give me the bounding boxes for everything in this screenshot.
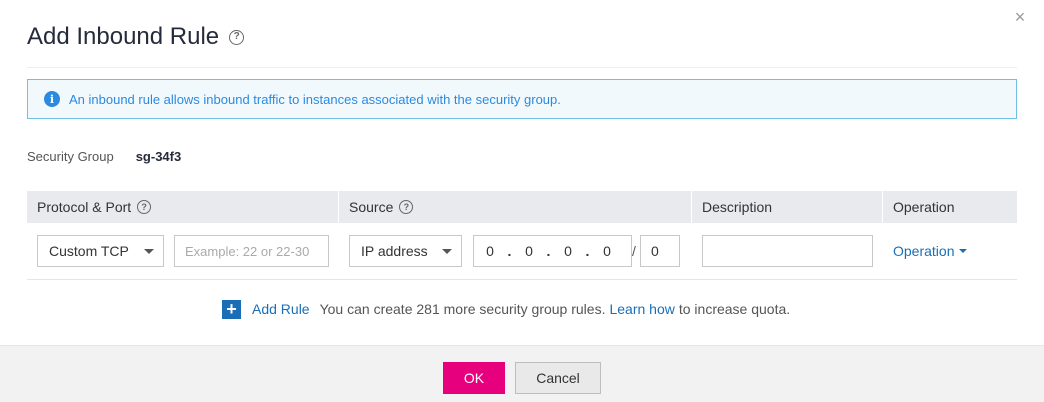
table-row: Custom TCP IP address 0 . 0 . 0 . 0 / 0 bbox=[27, 223, 1017, 280]
info-icon: i bbox=[44, 91, 60, 107]
source-type-value: IP address bbox=[361, 243, 428, 259]
chevron-down-icon bbox=[144, 249, 154, 254]
ip-octet-3[interactable]: 0 bbox=[559, 243, 577, 259]
dialog-title: Add Inbound Rule bbox=[27, 23, 220, 50]
help-icon[interactable]: ? bbox=[229, 29, 245, 45]
header-source: Source ? bbox=[339, 191, 414, 223]
header-description: Description bbox=[692, 191, 772, 223]
chevron-down-icon bbox=[442, 249, 452, 254]
caret-down-icon bbox=[959, 249, 968, 253]
ok-button[interactable]: OK bbox=[443, 362, 505, 394]
cancel-button[interactable]: Cancel bbox=[515, 362, 601, 394]
protocol-select[interactable]: Custom TCP bbox=[37, 235, 164, 267]
header-protocol-port-label: Protocol & Port bbox=[37, 199, 132, 215]
learn-how-link[interactable]: Learn how bbox=[609, 301, 674, 317]
mask-separator: / bbox=[632, 243, 636, 259]
ip-octet-4[interactable]: 0 bbox=[598, 243, 616, 259]
operation-dropdown[interactable]: Operation bbox=[893, 243, 968, 259]
table-header: Protocol & Port ? Source ? Description O… bbox=[27, 191, 1017, 223]
mask-input[interactable]: 0 bbox=[640, 235, 680, 267]
dialog-header: Add Inbound Rule ? bbox=[27, 22, 245, 52]
ip-dot: . bbox=[507, 243, 512, 259]
security-group-label: Security Group bbox=[27, 148, 114, 164]
add-inbound-rule-dialog: Add Inbound Rule ? × i An inbound rule a… bbox=[0, 0, 1044, 402]
header-divider bbox=[27, 67, 1017, 68]
security-group-row: Security Group sg-34f3 bbox=[27, 147, 181, 165]
ip-octet-1[interactable]: 0 bbox=[481, 243, 499, 259]
source-type-select[interactable]: IP address bbox=[349, 235, 462, 267]
source-help-icon[interactable]: ? bbox=[399, 200, 414, 214]
ip-address-input[interactable]: 0 . 0 . 0 . 0 bbox=[473, 235, 632, 267]
header-operation: Operation bbox=[883, 191, 954, 223]
protocol-select-value: Custom TCP bbox=[49, 243, 129, 259]
plus-icon[interactable]: + bbox=[222, 299, 241, 319]
close-icon[interactable]: × bbox=[1012, 8, 1028, 26]
rules-table: Protocol & Port ? Source ? Description O… bbox=[27, 191, 1017, 280]
ip-dot: . bbox=[585, 243, 590, 259]
port-input[interactable] bbox=[174, 235, 329, 267]
info-text: An inbound rule allows inbound traffic t… bbox=[69, 91, 561, 107]
description-input[interactable] bbox=[702, 235, 873, 267]
ip-dot: . bbox=[546, 243, 551, 259]
header-protocol-port: Protocol & Port ? bbox=[27, 191, 152, 223]
ip-octet-2[interactable]: 0 bbox=[520, 243, 538, 259]
mask-value: 0 bbox=[651, 243, 659, 259]
header-description-label: Description bbox=[702, 199, 773, 215]
security-group-value: sg-34f3 bbox=[135, 148, 182, 164]
header-source-label: Source bbox=[349, 199, 394, 215]
dialog-footer: OK Cancel bbox=[0, 345, 1044, 402]
protocol-help-icon[interactable]: ? bbox=[137, 200, 152, 214]
quota-text: You can create 281 more security group r… bbox=[319, 301, 606, 317]
quota-suffix: to increase quota. bbox=[678, 301, 791, 317]
info-banner: i An inbound rule allows inbound traffic… bbox=[27, 79, 1017, 119]
add-rule-row: + Add Rule You can create 281 more secur… bbox=[222, 299, 790, 319]
operation-label: Operation bbox=[893, 243, 955, 259]
header-operation-label: Operation bbox=[893, 199, 955, 215]
add-rule-link[interactable]: Add Rule bbox=[252, 301, 310, 317]
